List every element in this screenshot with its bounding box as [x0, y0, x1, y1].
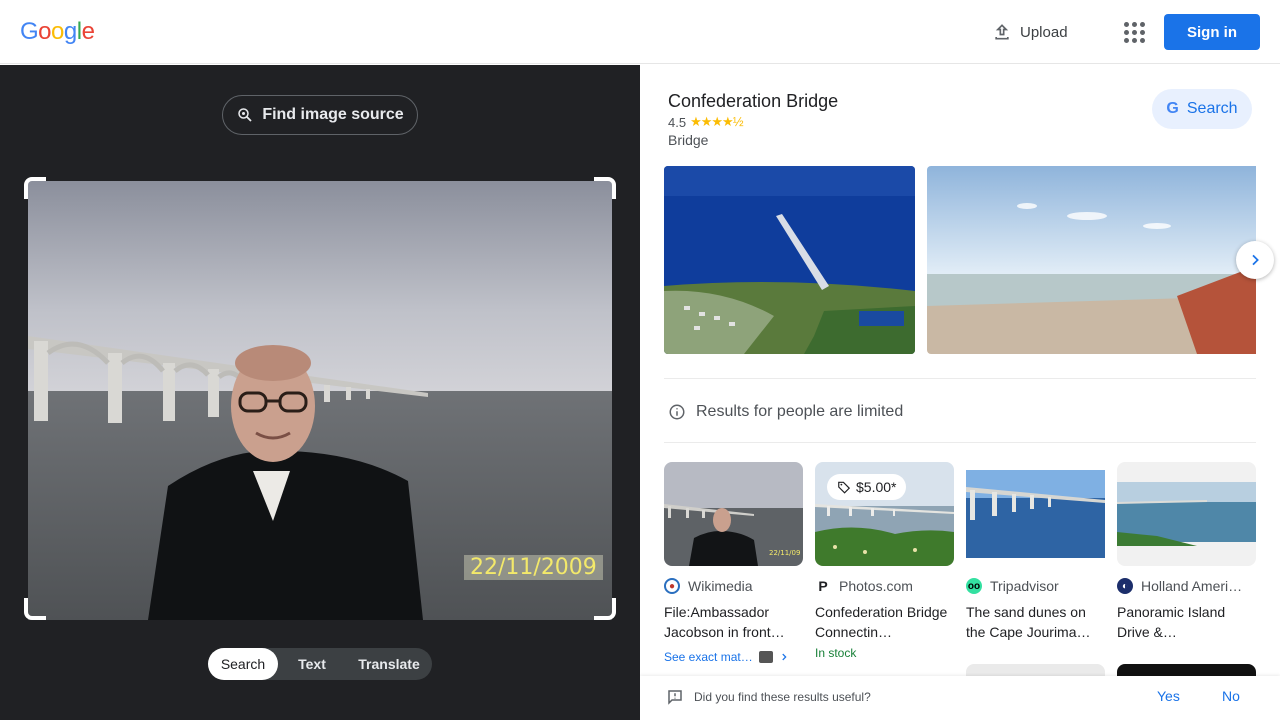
google-search-button[interactable]: G Search	[1152, 89, 1252, 129]
logo-letter: G	[20, 18, 39, 45]
entity-image-aerial[interactable]	[664, 166, 915, 354]
stock-status: In stock	[815, 646, 857, 660]
logo-letter: o	[51, 18, 64, 45]
price-value: $5.00*	[856, 479, 897, 495]
notice-text: Results for people are limited	[696, 403, 904, 420]
result-source: ● Wikimedia	[664, 578, 803, 594]
feedback-bar: Did you find these results useful? Yes N…	[640, 676, 1280, 720]
find-image-source-button[interactable]: Find image source	[222, 95, 418, 135]
price-tag: $5.00*	[827, 474, 907, 500]
entity-rating: 4.5 ★★★★½	[668, 114, 744, 130]
result-thumbnail[interactable]: 22/11/09	[664, 462, 803, 566]
svg-text:22/11/09: 22/11/09	[769, 549, 800, 557]
logo-letter: g	[63, 18, 77, 45]
result-card[interactable]: oo Tripadvisor The sand dunes on the Cap…	[966, 462, 1105, 642]
feedback-yes-button[interactable]: Yes	[1157, 688, 1180, 704]
result-title[interactable]: Panoramic Island Drive &…	[1117, 602, 1256, 642]
image-viewer-panel: Find image source 22/11/2009 Search Text…	[0, 65, 640, 720]
result-card[interactable]: ◐ Holland Ameri… Panoramic Island Drive …	[1117, 462, 1256, 642]
logo-letter: o	[38, 18, 52, 45]
see-exact-label: See exact mat…	[664, 650, 753, 664]
crop-handle-bottom-right[interactable]	[594, 598, 616, 620]
entity-title[interactable]: Confederation Bridge	[668, 91, 838, 112]
upload-icon	[995, 24, 1009, 40]
photo-datestamp: 22/11/2009	[464, 555, 603, 580]
result-source: P Photos.com	[815, 578, 954, 594]
sign-in-button[interactable]: Sign in	[1164, 14, 1260, 50]
google-g-icon: G	[1166, 100, 1179, 117]
result-thumbnail[interactable]	[1117, 462, 1256, 566]
chevron-right-icon	[782, 653, 787, 661]
upload-button[interactable]: Upload	[992, 20, 1068, 44]
result-source-name: Photos.com	[839, 578, 913, 594]
entity-type: Bridge	[668, 132, 709, 148]
logo-letter: e	[81, 18, 95, 45]
feedback-question: Did you find these results useful?	[666, 688, 871, 706]
tag-icon	[838, 481, 851, 494]
mode-text-tab[interactable]: Text	[278, 648, 346, 680]
result-card[interactable]: 22/11/09 ● Wikimedia File:Ambassador Jac…	[664, 462, 803, 664]
mode-switcher: Search Text Translate	[208, 648, 432, 680]
wikimedia-icon: ●	[664, 578, 680, 594]
google-search-label: Search	[1186, 100, 1238, 117]
result-thumbnail[interactable]	[966, 462, 1105, 566]
mini-thumbnail-icon	[758, 651, 773, 663]
next-image-button[interactable]	[1236, 241, 1274, 279]
crop-handle-top-left[interactable]	[24, 177, 46, 199]
apps-grid-icon[interactable]	[1120, 20, 1145, 44]
tripadvisor-icon: oo	[966, 578, 982, 594]
result-title[interactable]: Confederation Bridge Connectin…	[815, 602, 954, 642]
uploaded-photo[interactable]: 22/11/2009	[28, 181, 612, 620]
result-source-name: Holland Ameri…	[1141, 578, 1243, 594]
results-limited-notice: Results for people are limited	[668, 403, 903, 421]
photos-com-icon: P	[818, 578, 828, 594]
top-bar: Google Upload Sign in	[0, 0, 1280, 64]
rating-stars: ★★★★½	[690, 114, 743, 129]
upload-label: Upload	[1020, 23, 1068, 41]
divider	[664, 378, 1256, 379]
mode-search-tab[interactable]: Search	[208, 648, 278, 680]
find-image-source-label: Find image source	[262, 106, 404, 123]
holland-america-icon: ◐	[1117, 578, 1133, 594]
rating-value: 4.5	[668, 114, 687, 130]
chevron-right-icon	[1252, 254, 1259, 266]
feedback-icon	[668, 690, 682, 705]
crop-handle-top-right[interactable]	[594, 177, 616, 199]
feedback-question-text: Did you find these results useful?	[694, 690, 871, 704]
result-thumbnail[interactable]: $5.00*	[815, 462, 954, 566]
google-logo[interactable]: Google	[20, 18, 95, 46]
result-card[interactable]: $5.00* P Photos.com Confederation Bridge…	[815, 462, 954, 660]
lens-search-icon	[238, 108, 252, 122]
entity-image-beach[interactable]	[927, 166, 1256, 354]
result-title[interactable]: File:Ambassador Jacobson in front…	[664, 602, 803, 642]
result-source: oo Tripadvisor	[966, 578, 1105, 594]
see-exact-matches-link[interactable]: See exact mat…	[664, 650, 803, 664]
divider	[664, 442, 1256, 443]
mode-translate-tab[interactable]: Translate	[346, 648, 432, 680]
result-source-name: Tripadvisor	[990, 578, 1059, 594]
result-source: ◐ Holland Ameri…	[1117, 578, 1256, 594]
feedback-no-button[interactable]: No	[1222, 688, 1240, 704]
info-icon	[669, 404, 685, 420]
results-panel: Confederation Bridge 4.5 ★★★★½ Bridge G …	[640, 65, 1280, 720]
crop-handle-bottom-left[interactable]	[24, 598, 46, 620]
result-title[interactable]: The sand dunes on the Cape Jourima…	[966, 602, 1105, 642]
result-source-name: Wikimedia	[688, 578, 753, 594]
